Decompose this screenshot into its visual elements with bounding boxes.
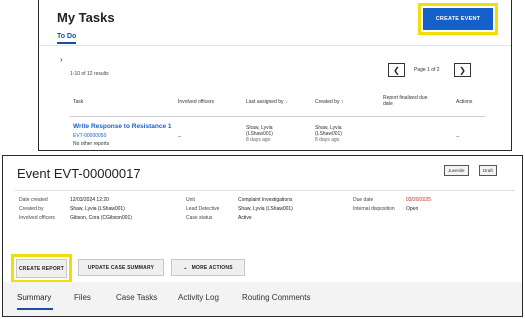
row-last-assigned-when: 8 days ago (246, 137, 271, 143)
column-header-actions: Actions (456, 99, 473, 105)
chevron-right-icon[interactable]: › (60, 55, 63, 64)
row-last-assigned-by: Shaw, Lyvia (LShaw001) 8 days ago (246, 125, 273, 143)
date-created-label: Date created (19, 197, 48, 203)
case-status-value: Active (238, 215, 252, 221)
tab-routing-comments[interactable]: Routing Comments (242, 293, 310, 302)
unit-label: Unit (186, 197, 195, 203)
event-header: Event EVT-00000017 Juvenile Draft Date c… (3, 156, 522, 283)
row-created-by: Shaw, Lyvia (LShaw001) 8 days ago (315, 125, 342, 143)
involved-officers-value: Gibson, Cora (CGibson001) (70, 215, 132, 221)
row-actions[interactable]: -- (456, 134, 459, 140)
tab-to-do-underline (57, 42, 76, 44)
created-by-value: Shaw, Lyvia (LShaw001) (70, 206, 125, 212)
internal-disposition-label: Internal disposition (353, 206, 395, 212)
event-panel: Event EVT-00000017 Juvenile Draft Date c… (2, 155, 523, 317)
due-date-value: 03/20/2025 (406, 197, 432, 203)
pagination-next-button[interactable]: ❯ (454, 63, 471, 77)
event-title: Event EVT-00000017 (17, 166, 141, 181)
draft-badge: Draft (479, 165, 497, 176)
task-title-link[interactable]: Write Response to Resistance 1 (73, 123, 172, 130)
more-actions-label: MORE ACTIONS (191, 264, 233, 271)
unit-value: Complaint Investigations (238, 197, 293, 203)
row-created-by-when: 8 days ago (315, 137, 340, 143)
chevron-left-icon: ❮ (393, 65, 400, 75)
sort-icon: ↕ (340, 99, 344, 105)
update-case-summary-button[interactable]: UPDATE CASE SUMMARY (78, 259, 164, 276)
create-event-highlight: CREATE EVENT (418, 3, 498, 35)
tab-activity-log[interactable]: Activity Log (178, 293, 219, 302)
page-indicator: Page 1 of 2 (414, 67, 440, 73)
column-header-report-finalized-line2: date (383, 101, 393, 107)
event-meta-rule (15, 190, 515, 191)
chevron-down-icon: ⌄ (183, 264, 188, 271)
case-status-label: Case status (186, 215, 213, 221)
column-header-report-finalized-due-date[interactable]: Report finalized due date (383, 95, 427, 107)
tab-summary-underline (17, 308, 53, 310)
pagination-prev-button[interactable]: ❮ (388, 63, 405, 77)
create-report-button[interactable]: CREATE REPORT (16, 259, 67, 278)
created-by-label: Created by (19, 206, 44, 212)
sort-down-icon: ↓ (284, 99, 288, 105)
column-header-last-assigned-by[interactable]: Last assigned by ↓ (246, 99, 287, 105)
task-event-id-link[interactable]: EVT-00000050 (73, 133, 106, 139)
more-actions-button[interactable]: ⌄ MORE ACTIONS (171, 259, 245, 276)
involved-officers-label: Involved officers (19, 215, 56, 221)
tasks-title: My Tasks (57, 10, 115, 25)
event-tabs: Summary Files Case Tasks Activity Log Ro… (3, 282, 522, 316)
tasks-divider (39, 45, 511, 46)
juvenile-badge: Juvenile (444, 165, 469, 176)
task-other-reports: No other reports (73, 141, 110, 147)
my-tasks-panel: My Tasks CREATE EVENT To Do › 1-10 of 12… (38, 0, 512, 151)
due-date-label: Due date (353, 197, 374, 203)
column-header-created-by-label: Created by (315, 99, 340, 105)
column-header-task[interactable]: Task (73, 99, 83, 105)
internal-disposition-value: Open (406, 206, 419, 212)
tab-files[interactable]: Files (74, 293, 91, 302)
column-header-involved-officers[interactable]: Involved officers (178, 99, 214, 105)
tab-to-do[interactable]: To Do (57, 33, 76, 40)
column-header-created-by[interactable]: Created by ↕ (315, 99, 343, 105)
table-header-rule (70, 116, 485, 117)
create-event-button[interactable]: CREATE EVENT (423, 8, 493, 30)
chevron-right-icon: ❯ (459, 65, 466, 75)
date-created-value: 12/03/2024 12:20 (70, 197, 109, 203)
lead-detective-label: Lead Detective (186, 206, 220, 212)
tab-summary[interactable]: Summary (17, 293, 51, 302)
tab-case-tasks[interactable]: Case Tasks (116, 293, 157, 302)
row-involved-officers: -- (178, 134, 182, 140)
results-count: 1-10 of 12 results (70, 71, 109, 77)
lead-detective-value: Shaw, Lyvia (LShaw001) (238, 206, 293, 212)
create-report-highlight: CREATE REPORT (11, 254, 72, 283)
column-header-last-assigned-by-label: Last assigned by (246, 99, 284, 105)
